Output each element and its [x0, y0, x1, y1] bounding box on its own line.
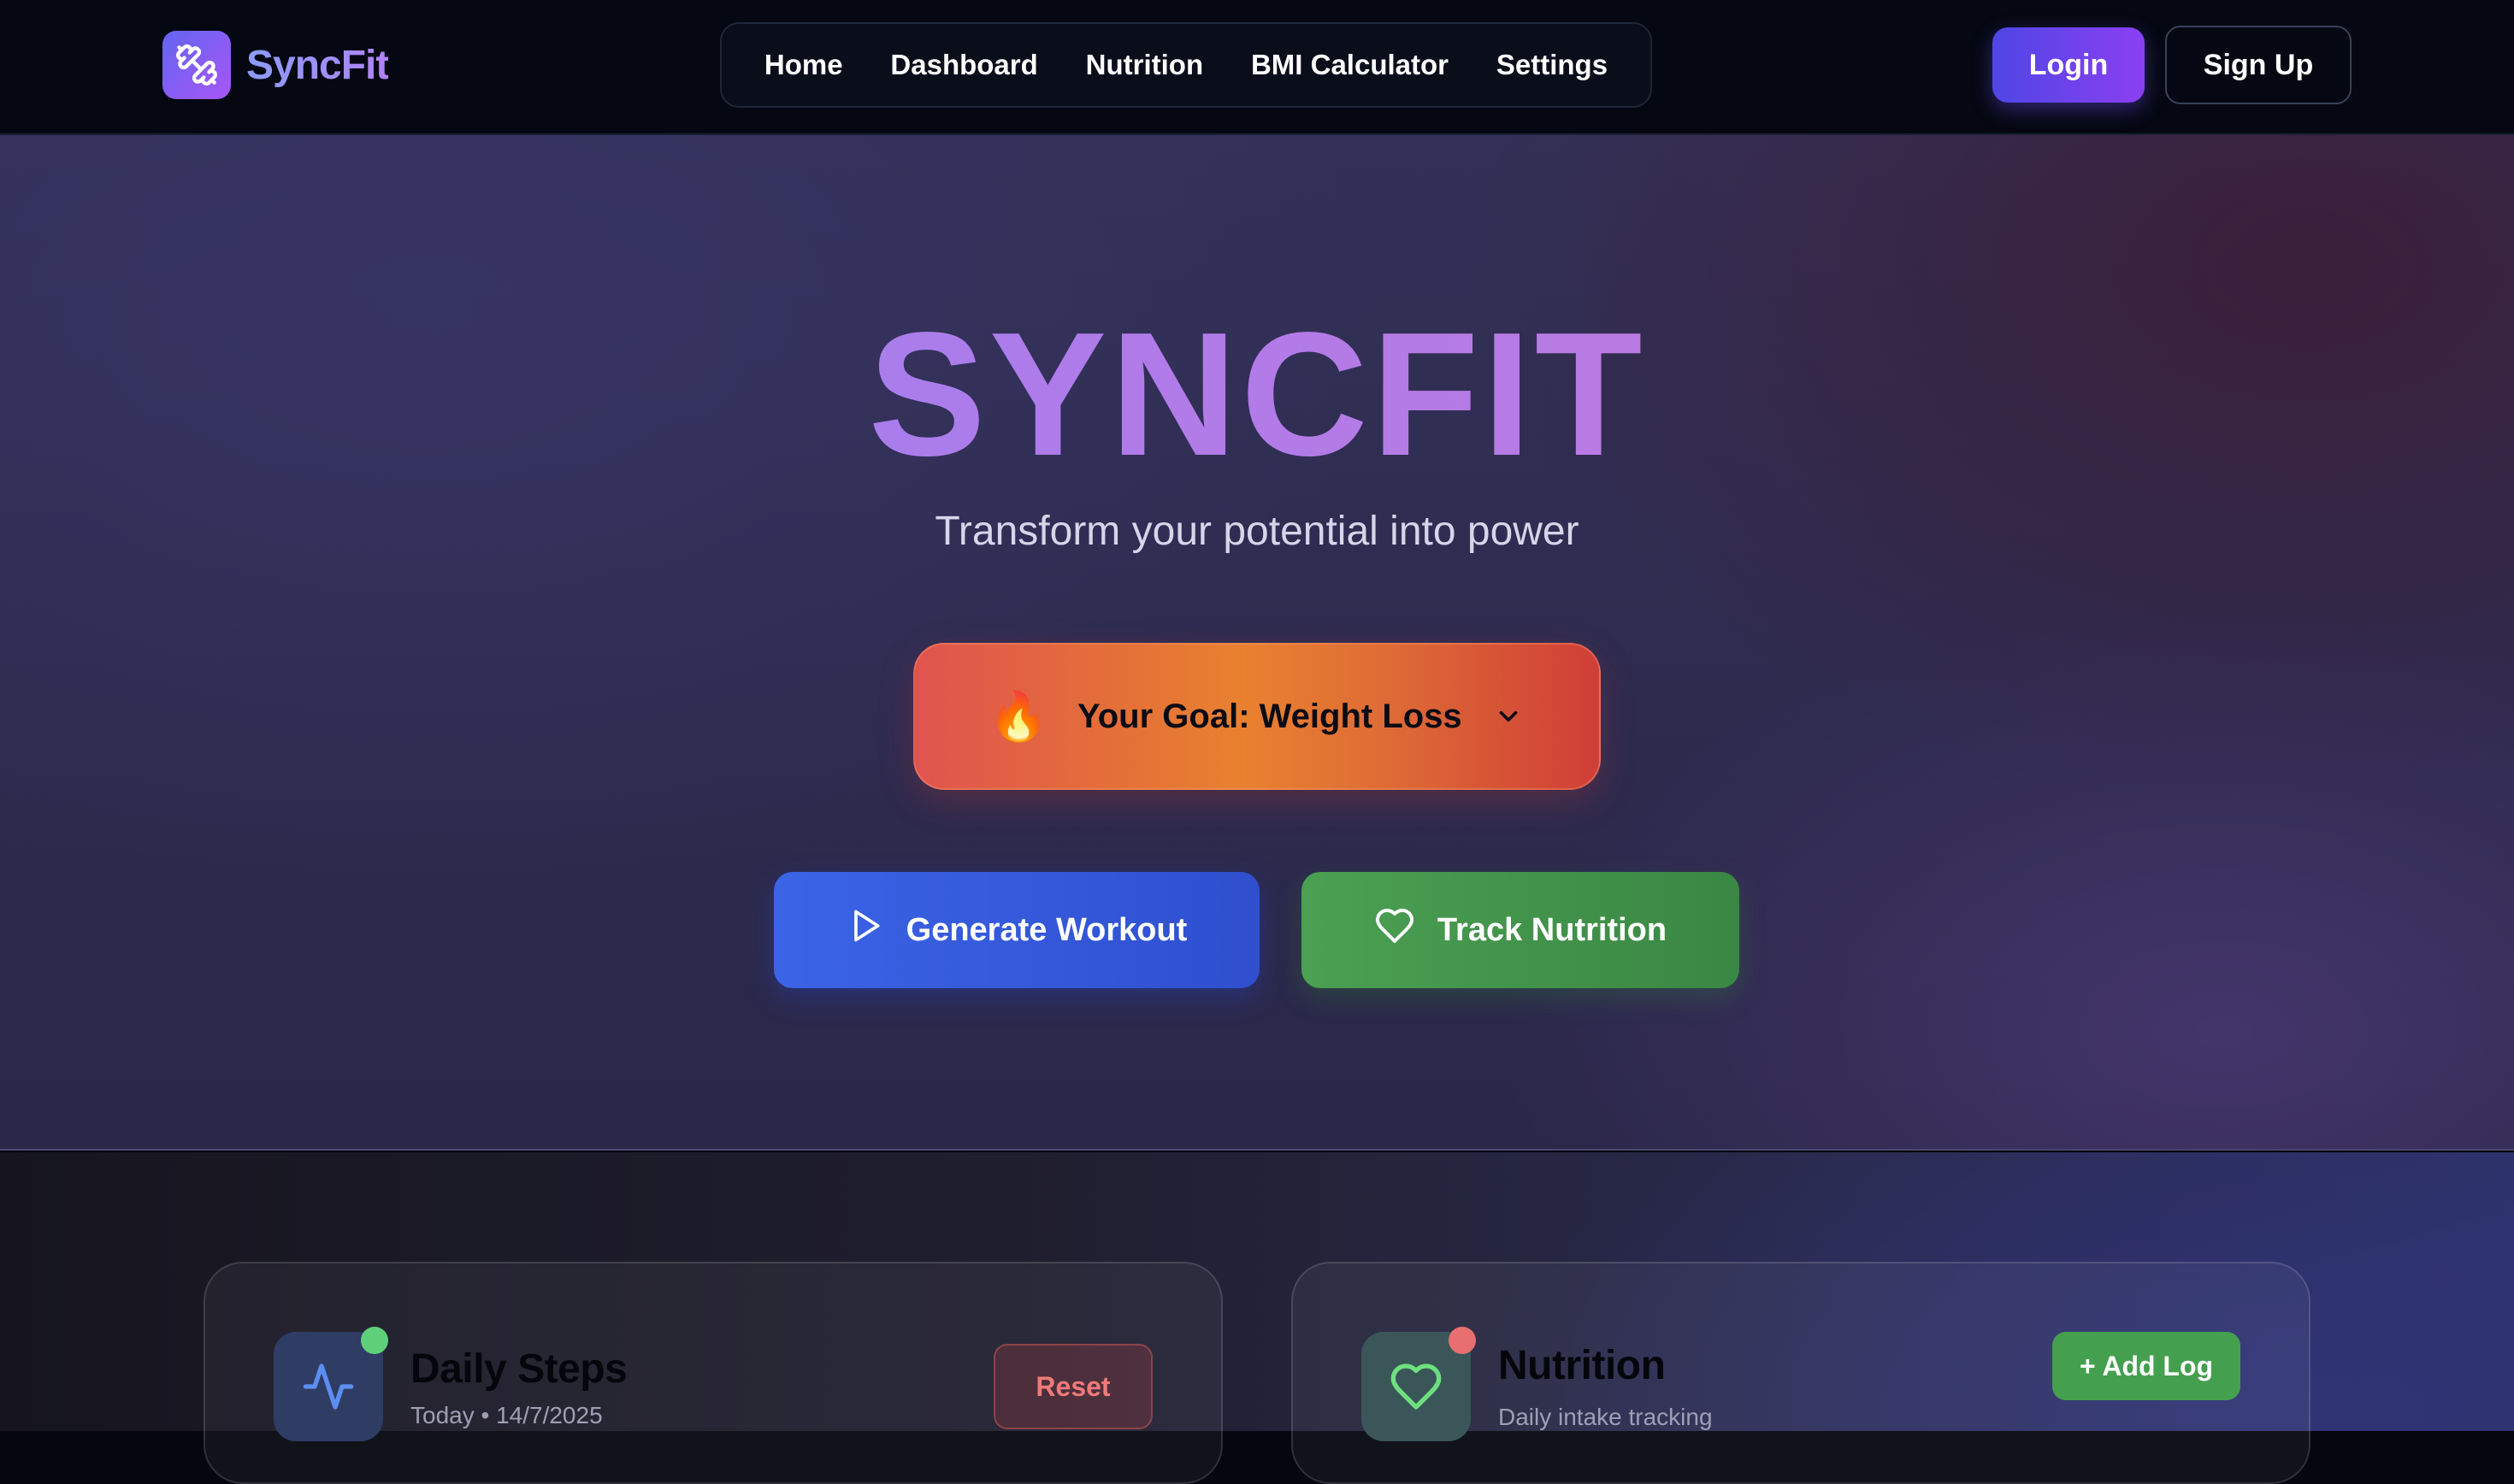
status-indicator-alert: [1449, 1327, 1476, 1354]
signup-button[interactable]: Sign Up: [2165, 26, 2352, 104]
hero-section: SYNCFIT Transform your potential into po…: [0, 135, 2514, 1151]
daily-steps-card: Daily Steps Today • 14/7/2025 Reset: [204, 1262, 1223, 1484]
nav-link-home[interactable]: Home: [747, 40, 860, 90]
card-subtitle: Today • 14/7/2025: [410, 1402, 603, 1428]
play-icon: [847, 907, 884, 953]
goal-dropdown[interactable]: 🔥 Your Goal: Weight Loss: [913, 643, 1601, 790]
brand-name: SyncFit: [246, 42, 389, 88]
dumbbell-icon: [162, 31, 231, 99]
card-subtitle: Daily intake tracking: [1498, 1404, 1713, 1430]
hero-title: SYNCFIT: [0, 306, 2514, 482]
nutrition-card: Nutrition Daily intake tracking + Add Lo…: [1291, 1262, 2310, 1484]
heart-icon: [1374, 905, 1415, 955]
top-navbar: SyncFit Home Dashboard Nutrition BMI Cal…: [0, 0, 2514, 135]
login-button[interactable]: Login: [1992, 27, 2145, 103]
nav-link-nutrition[interactable]: Nutrition: [1069, 40, 1220, 90]
generate-workout-label: Generate Workout: [906, 911, 1188, 948]
hero-subtitle: Transform your potential into power: [935, 509, 1579, 554]
track-nutrition-button[interactable]: Track Nutrition: [1301, 872, 1739, 988]
status-indicator-online: [361, 1327, 388, 1354]
track-nutrition-label: Track Nutrition: [1437, 911, 1667, 948]
dashboard-cards-section: Daily Steps Today • 14/7/2025 Reset Nutr…: [0, 1152, 2514, 1484]
card-title: Daily Steps: [410, 1346, 628, 1392]
nav-link-dashboard[interactable]: Dashboard: [873, 40, 1054, 90]
goal-label: Your Goal: Weight Loss: [1077, 697, 1462, 735]
fire-icon: 🔥: [988, 689, 1049, 743]
generate-workout-button[interactable]: Generate Workout: [774, 872, 1260, 988]
main-nav: Home Dashboard Nutrition BMI Calculator …: [720, 22, 1652, 108]
card-title: Nutrition: [1498, 1343, 1666, 1388]
brand[interactable]: SyncFit: [162, 31, 389, 99]
chevron-down-icon: [1491, 699, 1526, 733]
reset-button[interactable]: Reset: [994, 1344, 1153, 1429]
nav-link-settings[interactable]: Settings: [1479, 40, 1625, 90]
nav-link-bmi-calculator[interactable]: BMI Calculator: [1234, 40, 1466, 90]
add-log-button[interactable]: + Add Log: [2052, 1332, 2240, 1400]
